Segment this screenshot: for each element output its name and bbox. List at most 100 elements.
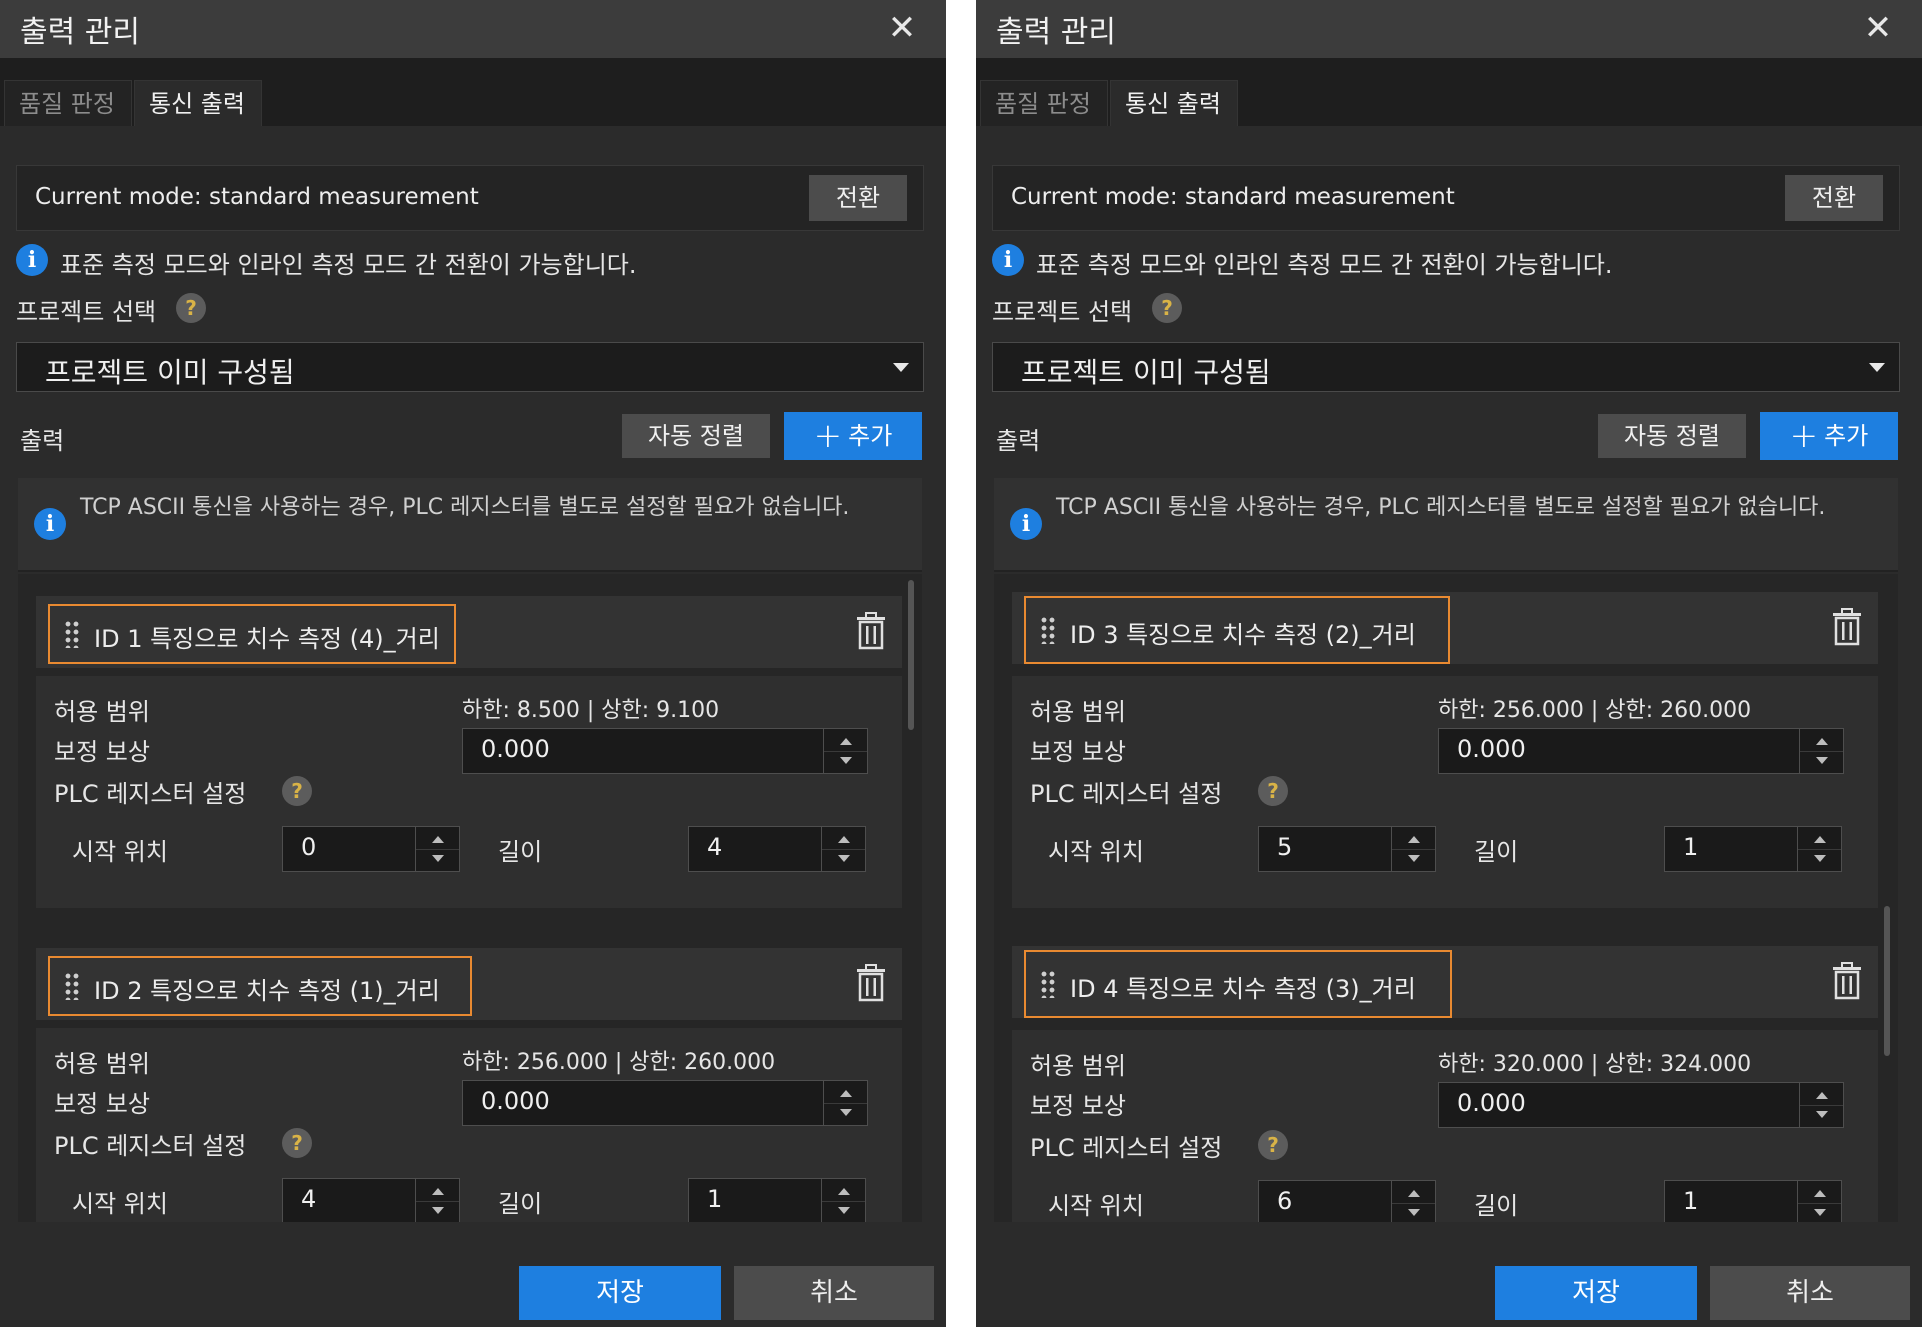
trash-icon[interactable] <box>1832 608 1862 646</box>
add-button[interactable]: + 추가 <box>784 412 922 460</box>
trash-icon[interactable] <box>856 612 886 650</box>
spin-arrows[interactable] <box>415 827 459 871</box>
compensation-input[interactable]: 0.000 <box>462 1080 868 1126</box>
spin-arrows[interactable] <box>823 1081 867 1125</box>
compensation-value: 0.000 <box>1457 1089 1526 1117</box>
dialog-footer: 저장 취소 <box>0 1240 946 1327</box>
dialog-titlebar: 출력 관리 ✕ <box>0 0 946 58</box>
scrollbar-thumb[interactable] <box>1884 906 1890 1056</box>
output-item-header: ID 3 특징으로 치수 측정 (2)_거리 <box>1012 592 1878 664</box>
arrow-up-icon[interactable] <box>1816 738 1828 745</box>
compensation-input[interactable]: 0.000 <box>1438 728 1844 774</box>
arrow-down-icon[interactable] <box>838 1207 850 1214</box>
help-icon[interactable]: ? <box>176 293 206 323</box>
tab-communication-output[interactable]: 통신 출력 <box>1110 80 1238 126</box>
compensation-input[interactable]: 0.000 <box>1438 1082 1844 1128</box>
arrow-up-icon[interactable] <box>1408 1190 1420 1197</box>
help-icon[interactable]: ? <box>282 1128 312 1158</box>
start-position-value: 0 <box>301 833 317 861</box>
cancel-button[interactable]: 취소 <box>734 1266 934 1320</box>
mode-box: Current mode: standard measurement 전환 <box>992 165 1900 231</box>
arrow-down-icon[interactable] <box>1408 855 1420 862</box>
arrow-up-icon[interactable] <box>1814 836 1826 843</box>
arrow-down-icon[interactable] <box>1408 1209 1420 1216</box>
drag-handle-icon[interactable] <box>64 972 80 1000</box>
drag-handle-icon[interactable] <box>1040 970 1056 998</box>
arrow-down-icon[interactable] <box>840 757 852 764</box>
output-item-title: ID 3 특징으로 치수 측정 (2)_거리 <box>1070 621 1416 649</box>
length-input[interactable]: 1 <box>1664 826 1842 872</box>
arrow-up-icon[interactable] <box>1814 1190 1826 1197</box>
start-position-input[interactable]: 4 <box>282 1178 460 1222</box>
close-icon[interactable]: ✕ <box>1856 8 1900 48</box>
arrow-down-icon[interactable] <box>1816 757 1828 764</box>
plus-icon: + <box>813 416 843 456</box>
arrow-down-icon[interactable] <box>1816 1111 1828 1118</box>
trash-icon[interactable] <box>856 964 886 1002</box>
spin-arrows[interactable] <box>823 729 867 773</box>
spin-arrows[interactable] <box>1799 729 1843 773</box>
help-icon[interactable]: ? <box>282 776 312 806</box>
project-select[interactable]: 프로젝트 이미 구성됨 <box>992 342 1900 392</box>
arrow-down-icon[interactable] <box>840 1109 852 1116</box>
cancel-button[interactable]: 취소 <box>1710 1266 1910 1320</box>
save-button[interactable]: 저장 <box>519 1266 721 1320</box>
arrow-up-icon[interactable] <box>840 1090 852 1097</box>
close-icon[interactable]: ✕ <box>880 8 924 48</box>
project-select-value: 프로젝트 이미 구성됨 <box>1021 356 1271 389</box>
start-position-input[interactable]: 5 <box>1258 826 1436 872</box>
arrow-up-icon[interactable] <box>432 1188 444 1195</box>
switch-mode-button[interactable]: 전환 <box>1785 175 1883 221</box>
arrow-up-icon[interactable] <box>840 738 852 745</box>
auto-sort-button[interactable]: 자동 정렬 <box>622 414 770 458</box>
spin-arrows[interactable] <box>1391 1181 1435 1222</box>
scrollbar-thumb[interactable] <box>908 580 914 730</box>
help-icon[interactable]: ? <box>1258 776 1288 806</box>
save-button[interactable]: 저장 <box>1495 1266 1697 1320</box>
tab-quality-judgement[interactable]: 품질 판정 <box>4 80 132 126</box>
project-select[interactable]: 프로젝트 이미 구성됨 <box>16 342 924 392</box>
auto-sort-button[interactable]: 자동 정렬 <box>1598 414 1746 458</box>
length-value: 1 <box>1683 1187 1699 1215</box>
spin-arrows[interactable] <box>1797 827 1841 871</box>
chevron-down-icon <box>1869 363 1885 372</box>
spin-arrows[interactable] <box>415 1179 459 1222</box>
length-input[interactable]: 4 <box>688 826 866 872</box>
arrow-down-icon[interactable] <box>432 855 444 862</box>
spin-arrows[interactable] <box>821 1179 865 1222</box>
spin-arrows[interactable] <box>821 827 865 871</box>
switch-mode-button[interactable]: 전환 <box>809 175 907 221</box>
length-input[interactable]: 1 <box>688 1178 866 1222</box>
info-icon: i <box>34 508 66 540</box>
arrow-down-icon[interactable] <box>1814 855 1826 862</box>
arrow-down-icon[interactable] <box>1814 1209 1826 1216</box>
spin-arrows[interactable] <box>1797 1181 1841 1222</box>
arrow-up-icon[interactable] <box>1408 836 1420 843</box>
trash-icon[interactable] <box>1832 962 1862 1000</box>
arrow-up-icon[interactable] <box>1816 1092 1828 1099</box>
item-title-outline: ID 3 특징으로 치수 측정 (2)_거리 <box>1024 596 1450 664</box>
start-position-input[interactable]: 0 <box>282 826 460 872</box>
start-position-label: 시작 위치 <box>72 838 168 866</box>
help-icon[interactable]: ? <box>1258 1130 1288 1160</box>
compensation-input[interactable]: 0.000 <box>462 728 868 774</box>
tab-communication-output[interactable]: 통신 출력 <box>134 80 262 126</box>
arrow-down-icon[interactable] <box>838 855 850 862</box>
info-icon: i <box>992 244 1024 276</box>
spin-arrows[interactable] <box>1799 1083 1843 1127</box>
arrow-up-icon[interactable] <box>838 836 850 843</box>
output-list[interactable]: ID 1 특징으로 치수 측정 (4)_거리 허용 범위 하한: 8.500 |… <box>18 574 922 1222</box>
length-input[interactable]: 1 <box>1664 1180 1842 1222</box>
output-list[interactable]: ID 3 특징으로 치수 측정 (2)_거리 허용 범위 하한: 256.000… <box>994 574 1898 1222</box>
length-label: 길이 <box>1474 838 1519 866</box>
help-icon[interactable]: ? <box>1152 293 1182 323</box>
start-position-input[interactable]: 6 <box>1258 1180 1436 1222</box>
arrow-up-icon[interactable] <box>432 836 444 843</box>
arrow-down-icon[interactable] <box>432 1207 444 1214</box>
arrow-up-icon[interactable] <box>838 1188 850 1195</box>
drag-handle-icon[interactable] <box>1040 616 1056 644</box>
tab-quality-judgement[interactable]: 품질 판정 <box>980 80 1108 126</box>
add-button[interactable]: + 추가 <box>1760 412 1898 460</box>
drag-handle-icon[interactable] <box>64 620 80 648</box>
spin-arrows[interactable] <box>1391 827 1435 871</box>
